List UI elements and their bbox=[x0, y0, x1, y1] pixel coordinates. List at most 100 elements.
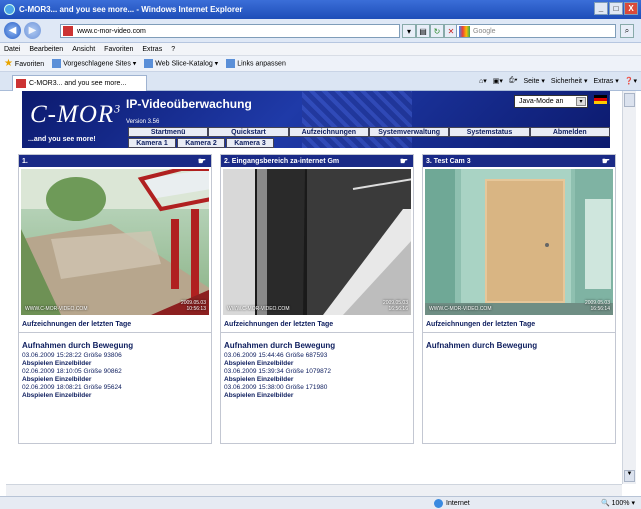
nav-system-status[interactable]: Systemstatus bbox=[449, 127, 530, 137]
timestamp: 2009.05.03 10:56:13 bbox=[180, 300, 206, 312]
tab-camera-3[interactable]: Kamera 3 bbox=[226, 138, 274, 148]
java-mode-select[interactable]: Java-Mode an ▾ bbox=[514, 95, 588, 108]
menu-datei[interactable]: Datei bbox=[4, 46, 20, 53]
nav-logout[interactable]: Abmelden bbox=[529, 127, 610, 137]
site-favicon bbox=[63, 26, 73, 36]
command-bar: ⌂▾ ▣▾ ⎙▾ Seite ▾ Sicherheit ▾ Extras ▾ ❓… bbox=[479, 77, 637, 85]
search-input[interactable]: Google bbox=[456, 24, 616, 38]
nav-startmenu[interactable]: Startmenü bbox=[128, 127, 209, 137]
favorites-button[interactable]: ★ Favoriten bbox=[4, 58, 44, 69]
tab-favicon bbox=[16, 79, 26, 88]
event-line: 03.06.2009 15:44:46 Größe 687593 bbox=[224, 352, 328, 359]
play-frames-link[interactable]: Abspielen Einzelbilder bbox=[224, 392, 410, 400]
close-button[interactable]: X bbox=[624, 2, 638, 15]
watermark: WWW.C-MOR-VIDEO.COM bbox=[25, 306, 88, 312]
camera-panel-1: 1. ☛ WWW.C-MOR-VIDEO.COM 2009.05.03 10:56:… bbox=[18, 154, 212, 444]
version-label: Version 3.56 bbox=[126, 119, 160, 125]
recordings-label[interactable]: Aufzeichnungen der letzten Tage bbox=[221, 321, 413, 333]
english-flag-icon[interactable] bbox=[609, 95, 610, 104]
hand-pointer-icon[interactable]: ☛ bbox=[400, 156, 408, 167]
play-frames-link[interactable]: Abspielen Einzelbilder bbox=[224, 376, 410, 384]
scroll-thumb[interactable] bbox=[624, 93, 635, 107]
app-header: C-MOR3 ...and you see more! IP-Videoüber… bbox=[22, 91, 610, 148]
globe-icon bbox=[434, 499, 443, 508]
horizontal-scrollbar[interactable] bbox=[6, 484, 622, 496]
cmor-logo: C-MOR3 bbox=[30, 101, 122, 128]
window-titlebar: C-MOR3... and you see more... - Windows … bbox=[0, 0, 641, 19]
ie-icon bbox=[4, 4, 15, 15]
tools-menu[interactable]: Extras ▾ bbox=[593, 77, 618, 85]
motion-events: Aufnahmen durch Bewegung bbox=[423, 333, 615, 350]
tab-camera-2[interactable]: Kamera 2 bbox=[177, 138, 225, 148]
hand-pointer-icon[interactable]: ☛ bbox=[198, 156, 206, 167]
search-icon[interactable]: ⌕ bbox=[620, 24, 634, 38]
camera-header: 1. ☛ bbox=[19, 155, 211, 167]
address-row: ◀ ▶ www.c-mor-video.com ▾ ▤ ↻ ✕ Google ⌕ bbox=[0, 19, 641, 43]
watermark: WWW.C-MOR-VIDEO.COM bbox=[429, 306, 492, 312]
compat-icon[interactable]: ▤ bbox=[416, 24, 430, 38]
scroll-down-icon[interactable]: ▼ bbox=[624, 470, 635, 482]
timestamp: 2009.05.03 16:56:14 bbox=[584, 300, 610, 312]
nav-quickstart[interactable]: Quickstart bbox=[208, 127, 289, 137]
event-line: 02.06.2009 18:10:05 Größe 90862 bbox=[22, 368, 122, 375]
maximize-button[interactable]: □ bbox=[609, 2, 623, 15]
menu-ansicht[interactable]: Ansicht bbox=[72, 46, 95, 53]
links-link[interactable]: Links anpassen bbox=[226, 59, 286, 68]
camera-nav: Kamera 1 Kamera 2 Kamera 3 bbox=[128, 138, 274, 148]
motion-title: Aufnahmen durch Bewegung bbox=[224, 341, 336, 350]
header-decoration bbox=[302, 91, 412, 148]
vertical-scrollbar[interactable]: ▼ bbox=[622, 91, 636, 484]
star-icon: ★ bbox=[4, 58, 13, 69]
forward-button[interactable]: ▶ bbox=[24, 22, 41, 39]
camera-image[interactable]: WWW.C-MOR-VIDEO.COM 2009.05.03 16:56:16 bbox=[223, 169, 411, 315]
feeds-icon[interactable]: ▣▾ bbox=[493, 77, 503, 85]
tagline: ...and you see more! bbox=[28, 136, 96, 143]
help-icon[interactable]: ❓▾ bbox=[625, 77, 637, 85]
camera-panel-2: 2. Eingangsbereich za-internet Gm ☛ WWW.C… bbox=[220, 154, 414, 444]
nav-system-admin[interactable]: Systemverwaltung bbox=[368, 127, 450, 137]
recordings-label[interactable]: Aufzeichnungen der letzten Tage bbox=[423, 321, 615, 333]
window-title: C-MOR3... and you see more... - Windows … bbox=[19, 5, 243, 14]
menu-help[interactable]: ? bbox=[171, 46, 175, 53]
event-line: 03.06.2009 15:28:22 Größe 93806 bbox=[22, 352, 122, 359]
motion-title: Aufnahmen durch Bewegung bbox=[426, 341, 538, 350]
menu-favoriten[interactable]: Favoriten bbox=[104, 46, 133, 53]
german-flag-icon[interactable] bbox=[594, 95, 607, 104]
play-frames-link[interactable]: Abspielen Einzelbilder bbox=[22, 360, 208, 368]
menu-extras[interactable]: Extras bbox=[142, 46, 162, 53]
nav-recordings[interactable]: Aufzeichnungen bbox=[288, 127, 369, 137]
refresh-icon[interactable]: ↻ bbox=[430, 24, 444, 38]
webslice-link[interactable]: Web Slice-Katalog ▾ bbox=[144, 59, 218, 68]
favorites-bar: ★ Favoriten Vorgeschlagene Sites ▾ Web S… bbox=[0, 56, 641, 72]
address-bar[interactable]: www.c-mor-video.com bbox=[60, 24, 400, 38]
ie-link-icon bbox=[226, 59, 236, 68]
recordings-label[interactable]: Aufzeichnungen der letzten Tage bbox=[19, 321, 211, 333]
motion-events: Aufnahmen durch Bewegung 03.06.2009 15:2… bbox=[19, 333, 211, 400]
home-icon[interactable]: ⌂▾ bbox=[479, 77, 487, 85]
minimize-button[interactable]: _ bbox=[594, 2, 608, 15]
tab-row: C-MOR3... and you see more... ⌂▾ ▣▾ ⎙▾ S… bbox=[0, 72, 641, 91]
suggested-sites-link[interactable]: Vorgeschlagene Sites ▾ bbox=[52, 59, 136, 68]
menu-bearbeiten[interactable]: Bearbeiten bbox=[29, 46, 63, 53]
hand-pointer-icon[interactable]: ☛ bbox=[602, 156, 610, 167]
back-button[interactable]: ◀ bbox=[4, 22, 21, 39]
menu-bar: Datei Bearbeiten Ansicht Favoriten Extra… bbox=[0, 43, 641, 56]
page-menu[interactable]: Seite ▾ bbox=[523, 77, 544, 85]
watermark: WWW.C-MOR-VIDEO.COM bbox=[227, 306, 290, 312]
app-title: IP-Videoüberwachung bbox=[126, 97, 252, 111]
camera-image[interactable]: WWW.C-MOR-VIDEO.COM 2009.05.03 10:56:13 bbox=[21, 169, 209, 315]
play-frames-link[interactable]: Abspielen Einzelbilder bbox=[22, 376, 208, 384]
play-frames-link[interactable]: Abspielen Einzelbilder bbox=[22, 392, 208, 400]
chevron-down-icon: ▾ bbox=[576, 97, 586, 106]
play-frames-link[interactable]: Abspielen Einzelbilder bbox=[224, 360, 410, 368]
dropdown-icon[interactable]: ▾ bbox=[402, 24, 416, 38]
safety-menu[interactable]: Sicherheit ▾ bbox=[551, 77, 588, 85]
main-nav: Startmenü Quickstart Aufzeichnungen Syst… bbox=[128, 127, 610, 137]
browser-tab[interactable]: C-MOR3... and you see more... bbox=[12, 75, 147, 91]
zoom-control[interactable]: 🔍 100% ▾ bbox=[601, 499, 635, 507]
camera-image[interactable]: WWW.C-MOR-VIDEO.COM 2009.05.03 16:56:14 bbox=[425, 169, 613, 315]
url-text: www.c-mor-video.com bbox=[77, 27, 146, 35]
tab-camera-1[interactable]: Kamera 1 bbox=[128, 138, 176, 148]
page-content: C-MOR3 ...and you see more! IP-Videoüber… bbox=[6, 91, 622, 484]
print-icon[interactable]: ⎙▾ bbox=[509, 77, 518, 85]
